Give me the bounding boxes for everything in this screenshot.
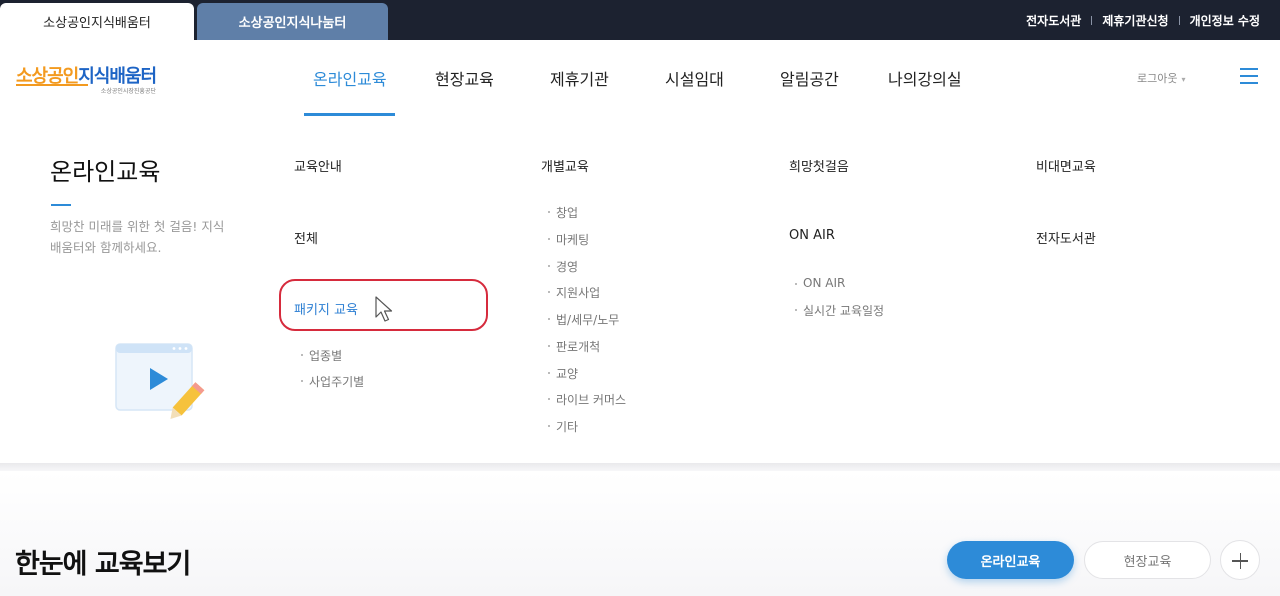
logout-button[interactable]: 로그아웃 ▾ (1137, 70, 1186, 86)
submenu-startup[interactable]: 창업 (547, 204, 578, 221)
submenu-management[interactable]: 경영 (547, 258, 578, 275)
menu-individual-education[interactable]: 개별교육 (541, 156, 589, 175)
caret-down-icon: ▾ (1181, 75, 1186, 84)
ebook-library-link[interactable]: 전자도서관 (1026, 12, 1081, 29)
logo-underline (16, 84, 88, 86)
menu-ebook-library[interactable]: 전자도서관 (1036, 228, 1096, 247)
nav-online-education[interactable]: 온라인교육 (313, 66, 387, 90)
menu-education-guide[interactable]: 교육안내 (294, 156, 342, 175)
nav-my-classroom[interactable]: 나의강의실 (888, 66, 962, 90)
menu-hope-first-step[interactable]: 희망첫걸음 (789, 156, 849, 175)
hamburger-icon[interactable] (1240, 68, 1258, 84)
submenu-market-development[interactable]: 판로개척 (547, 338, 600, 355)
dropdown-intro-panel: 온라인교육 희망찬 미래를 위한 첫 걸음! 지식배움터와 함께하세요. (0, 116, 250, 470)
submenu-support-programs[interactable]: 지원사업 (547, 284, 600, 301)
dropdown-description: 희망찬 미래를 위한 첫 걸음! 지식배움터와 함께하세요. (50, 219, 225, 255)
edit-profile-link[interactable]: 개인정보 수정 (1190, 12, 1260, 29)
top-utility-bar: 소상공인지식배움터 소상공인지식나눔터 전자도서관 제휴기관신청 개인정보 수정 (0, 0, 1280, 40)
menu-on-air[interactable]: ON AIR (789, 228, 835, 243)
title-accent-line (51, 204, 71, 206)
submenu-live-schedule[interactable]: 실시간 교육일정 (794, 302, 884, 319)
nav-notices[interactable]: 알림공간 (780, 66, 839, 90)
site-tab-nanumteo[interactable]: 소상공인지식나눔터 (197, 3, 388, 40)
tab-online-education[interactable]: 온라인교육 (947, 541, 1074, 579)
submenu-by-industry[interactable]: 업종별 (300, 347, 342, 364)
submenu-on-air[interactable]: ON AIR (794, 276, 845, 290)
submenu-etc[interactable]: 기타 (547, 418, 578, 435)
site-logo[interactable]: 소상공인지식배움터 소상공인시장진흥공단 (16, 62, 166, 98)
nav-onsite-education[interactable]: 현장교육 (435, 66, 494, 90)
submenu-law-tax-labor[interactable]: 법/세무/노무 (547, 311, 619, 328)
submenu-by-business-cycle[interactable]: 사업주기별 (300, 373, 364, 390)
dropdown-bottom-shadow (0, 463, 1280, 471)
logo-subtext: 소상공인시장진흥공단 (100, 88, 156, 95)
plus-icon[interactable] (1220, 540, 1260, 580)
main-header: 소상공인지식배움터 소상공인시장진흥공단 온라인교육 현장교육 제휴기관 시설임… (0, 40, 1280, 116)
utility-links: 전자도서관 제휴기관신청 개인정보 수정 (1026, 0, 1260, 40)
site-tab-baeumteo[interactable]: 소상공인지식배움터 (0, 3, 194, 40)
dropdown-title: 온라인교육 (50, 158, 161, 186)
mouse-pointer-icon (375, 296, 393, 322)
logout-label: 로그아웃 (1137, 72, 1178, 85)
divider (1091, 15, 1093, 25)
tab-onsite-education[interactable]: 현장교육 (1084, 541, 1211, 579)
video-play-illustration-icon (115, 343, 205, 419)
logo-text-blue: 지식배움터 (78, 66, 157, 87)
submenu-liberal-arts[interactable]: 교양 (547, 365, 578, 382)
menu-all[interactable]: 전체 (294, 228, 318, 247)
divider (1178, 15, 1180, 25)
education-overview-section: 한눈에 교육보기 온라인교육 현장교육 (0, 471, 1280, 596)
submenu-marketing[interactable]: 마케팅 (547, 231, 589, 248)
nav-facility-rental[interactable]: 시설임대 (665, 66, 724, 90)
nav-partners[interactable]: 제휴기관 (550, 66, 609, 90)
submenu-live-commerce[interactable]: 라이브 커머스 (547, 391, 626, 408)
menu-remote-education[interactable]: 비대면교육 (1036, 156, 1096, 175)
section-title: 한눈에 교육보기 (15, 549, 191, 580)
partner-application-link[interactable]: 제휴기관신청 (1102, 12, 1168, 29)
